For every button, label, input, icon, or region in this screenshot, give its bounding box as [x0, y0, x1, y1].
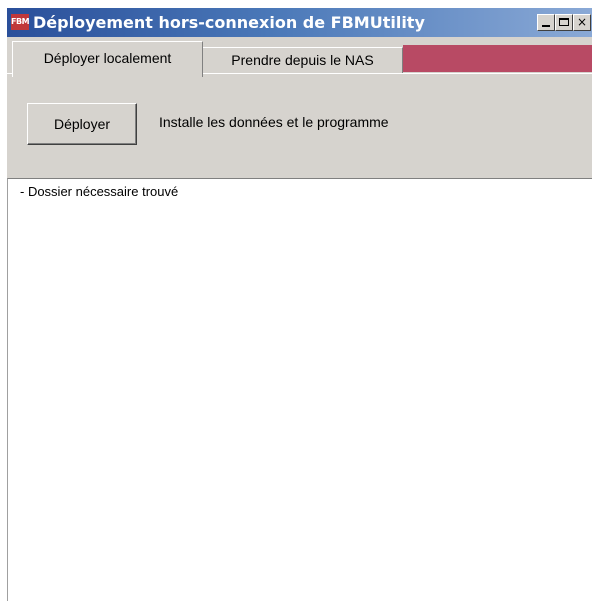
- maximize-button[interactable]: [555, 14, 573, 31]
- log-line: - Dossier nécessaire trouvé: [20, 184, 179, 199]
- tab-panel: Déployer Installe les données et le prog…: [7, 73, 592, 178]
- deploy-description: Installe les données et le programme: [159, 114, 389, 130]
- minimize-button[interactable]: [537, 14, 555, 31]
- deploy-button[interactable]: Déployer: [27, 103, 137, 145]
- log-output[interactable]: - Dossier nécessaire trouvé: [7, 178, 592, 601]
- tab-deploy-locally[interactable]: Déployer localement: [12, 41, 203, 77]
- maximize-icon: [559, 18, 569, 26]
- app-window: FBM Déployement hors-connexion de FBMUti…: [7, 8, 592, 601]
- tab-label: Déployer localement: [43, 50, 172, 66]
- tab-strip-accent: [403, 45, 592, 72]
- title-bar[interactable]: FBM Déployement hors-connexion de FBMUti…: [7, 8, 592, 37]
- app-icon: FBM: [11, 14, 30, 30]
- tab-fetch-from-nas[interactable]: Prendre depuis le NAS: [203, 47, 403, 73]
- tab-label: Prendre depuis le NAS: [231, 52, 374, 68]
- close-icon: ×: [576, 15, 588, 29]
- window-title: Déployement hors-connexion de FBMUtility: [33, 13, 425, 32]
- close-button[interactable]: ×: [573, 14, 591, 31]
- tab-strip: Déployer localement Prendre depuis le NA…: [7, 37, 592, 77]
- minimize-icon: [542, 25, 550, 27]
